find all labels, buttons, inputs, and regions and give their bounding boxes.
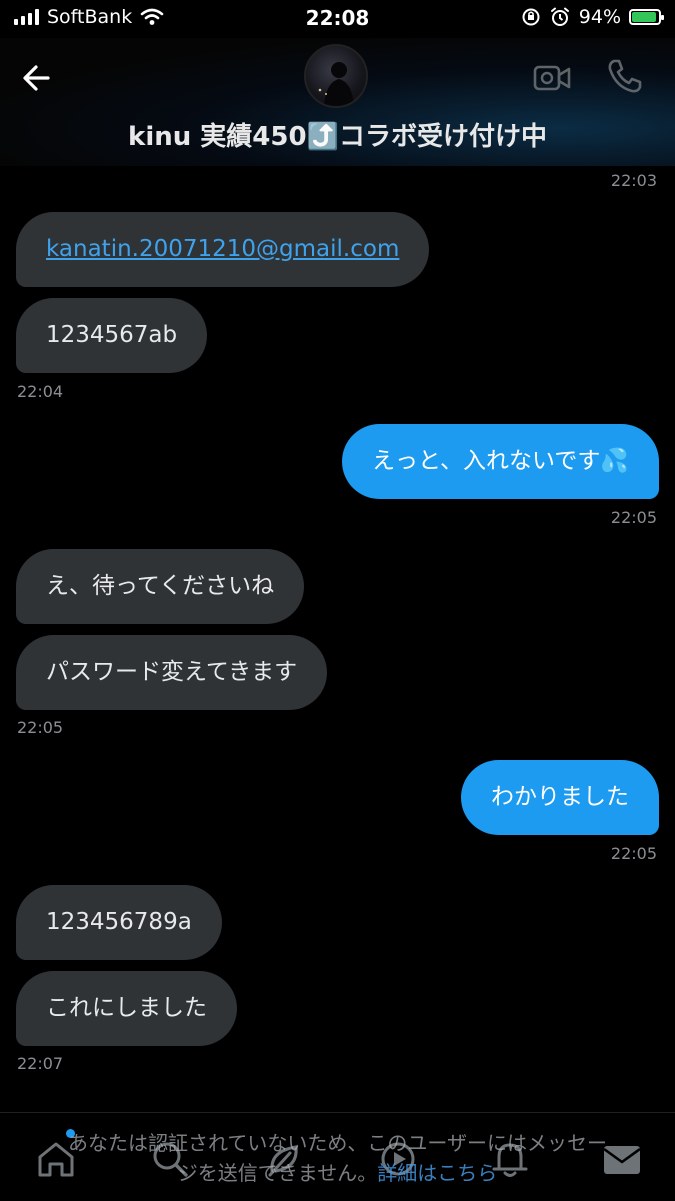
message-bubble-incoming[interactable]: 1234567ab [16,298,208,373]
message-bubble-incoming[interactable]: これにしました [16,971,237,1046]
notice-line-2: ジを送信できません。詳細はこちら [0,1158,675,1188]
message-timestamp: 22:04 [17,382,64,401]
battery-percent: 94% [578,6,621,28]
notice-line-1: あなたは認証されていないため、このユーザーにはメッセー [68,1131,607,1155]
details-link[interactable]: 詳細はこちら [377,1161,497,1185]
message-bubble-incoming[interactable]: kanatin.20071210@gmail.com [16,212,430,287]
battery-fill [632,12,657,22]
email-link[interactable]: kanatin.20071210@gmail.com [46,236,399,262]
avatar[interactable] [304,44,368,108]
message-timestamp: 22:05 [17,718,64,737]
message-timestamp: 22:07 [17,1054,64,1073]
conversation-header: kinu 実績450⤴️コラボ受け付け中 [0,38,675,166]
avatar-silhouette-icon [318,62,354,106]
conversation-title: kinu 実績450⤴️コラボ受け付け中 [128,122,547,152]
video-camera-icon[interactable] [532,58,572,98]
message-bubble-incoming[interactable]: パスワード変えてきます [16,635,328,710]
unverified-notice: あなたは認証されていないため、このユーザーにはメッセー ジを送信できません。詳細… [0,1128,675,1188]
orientation-lock-icon [522,8,540,26]
status-right: 94% [521,6,664,28]
status-bar: SoftBank 22:08 94% [0,0,675,38]
battery-icon [629,9,664,25]
notice-text: ジを送信できません。 [177,1161,378,1185]
message-bubble-incoming[interactable]: え、待ってくださいね [16,549,305,624]
message-bubble-incoming[interactable]: 123456789a [16,885,222,960]
alarm-icon [550,7,569,26]
back-arrow-icon[interactable] [18,58,58,98]
message-timestamp: 22:03 [610,171,657,190]
message-bubble-outgoing[interactable]: わかりました [461,760,659,835]
message-bubble-outgoing[interactable]: えっと、入れないです💦 [341,424,659,499]
message-timestamp: 22:05 [610,844,657,863]
message-thread[interactable]: 22:03 kanatin.20071210@gmail.com 1234567… [0,166,675,1111]
message-timestamp: 22:05 [610,508,657,527]
phone-icon[interactable] [604,56,644,96]
